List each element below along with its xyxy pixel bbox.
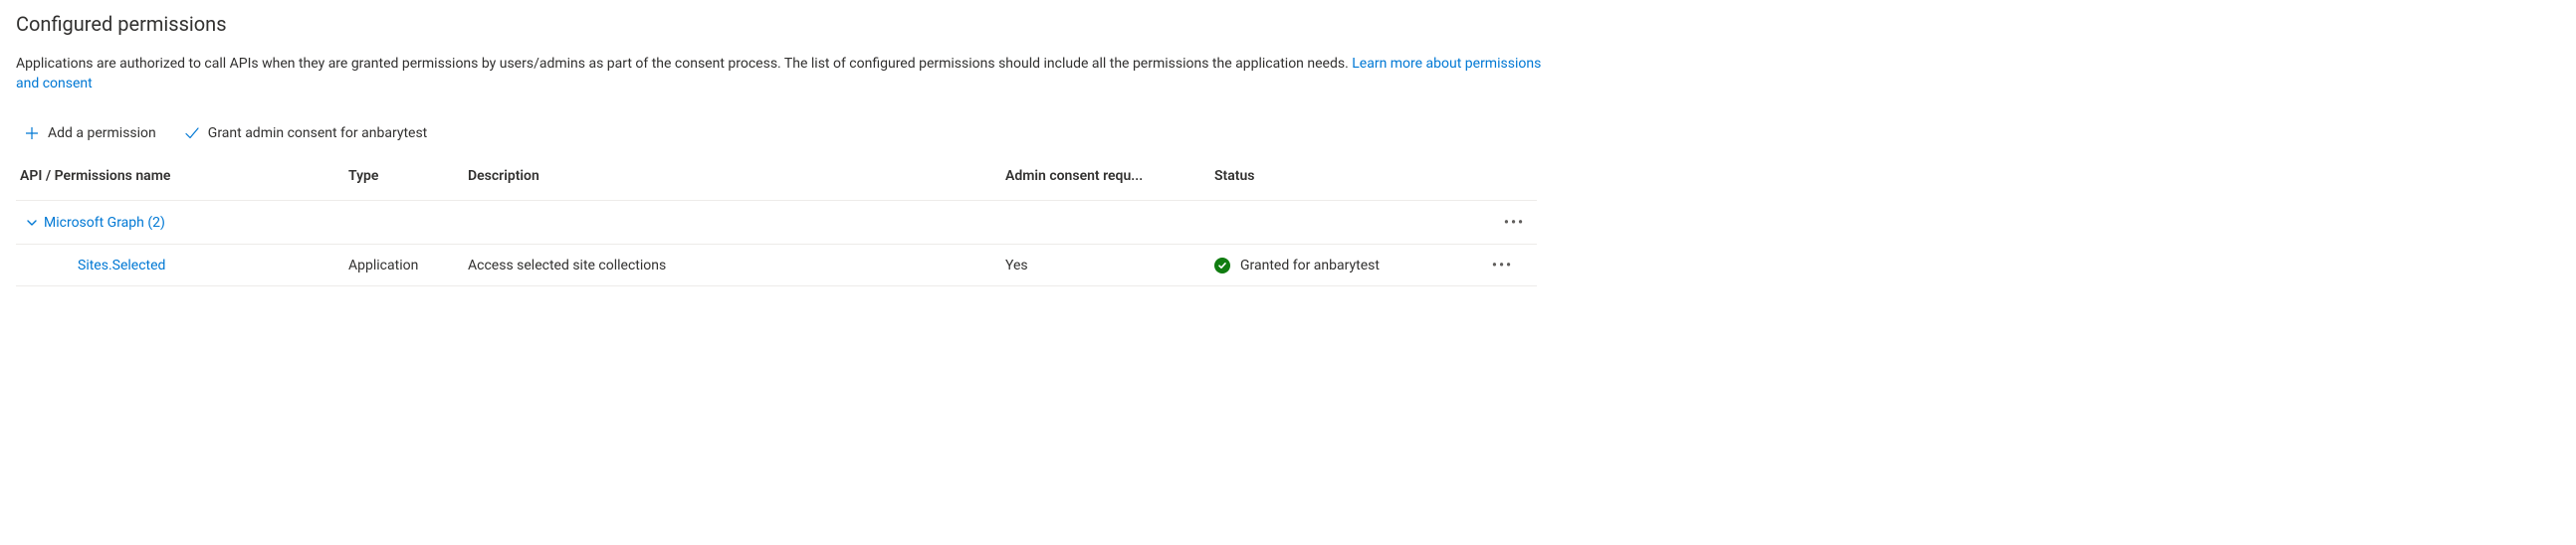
- table-row: Sites.Selected Application Access select…: [16, 245, 1537, 286]
- add-permission-label: Add a permission: [48, 125, 156, 141]
- permission-name-link[interactable]: Sites.Selected: [20, 258, 348, 273]
- add-permission-button[interactable]: Add a permission: [22, 121, 158, 145]
- col-header-status[interactable]: Status: [1214, 168, 1473, 184]
- col-header-name[interactable]: API / Permissions name: [20, 168, 348, 184]
- row-more-button[interactable]: •••: [1484, 255, 1521, 276]
- table-header-row: API / Permissions name Type Description …: [16, 159, 1537, 201]
- api-group-label: Microsoft Graph (2): [44, 215, 165, 231]
- section-title: Configured permissions: [16, 12, 2560, 36]
- api-group-toggle[interactable]: Microsoft Graph (2): [20, 211, 1485, 235]
- ellipsis-icon: •••: [1492, 259, 1513, 272]
- ellipsis-icon: •••: [1504, 216, 1525, 230]
- grant-consent-label: Grant admin consent for anbarytest: [208, 125, 427, 141]
- group-more-button[interactable]: •••: [1496, 212, 1533, 234]
- permission-status: Granted for anbarytest: [1214, 258, 1473, 273]
- description-text: Applications are authorized to call APIs…: [16, 56, 1352, 72]
- col-header-description[interactable]: Description: [468, 168, 1005, 184]
- permissions-toolbar: Add a permission Grant admin consent for…: [16, 121, 2560, 159]
- api-group-row: Microsoft Graph (2) •••: [16, 201, 1537, 245]
- permission-status-text: Granted for anbarytest: [1240, 258, 1380, 273]
- section-description: Applications are authorized to call APIs…: [16, 54, 1549, 93]
- plus-icon: [24, 125, 40, 141]
- checkmark-icon: [184, 125, 200, 141]
- col-header-admin-consent[interactable]: Admin consent requ...: [1005, 168, 1214, 184]
- col-header-type[interactable]: Type: [348, 168, 468, 184]
- permissions-table: API / Permissions name Type Description …: [16, 159, 1537, 286]
- grant-consent-button[interactable]: Grant admin consent for anbarytest: [182, 121, 429, 145]
- permission-description: Access selected site collections: [468, 258, 1005, 273]
- chevron-down-icon: [26, 217, 38, 229]
- success-icon: [1214, 258, 1230, 273]
- permission-admin-consent: Yes: [1005, 258, 1214, 273]
- permission-type: Application: [348, 258, 468, 273]
